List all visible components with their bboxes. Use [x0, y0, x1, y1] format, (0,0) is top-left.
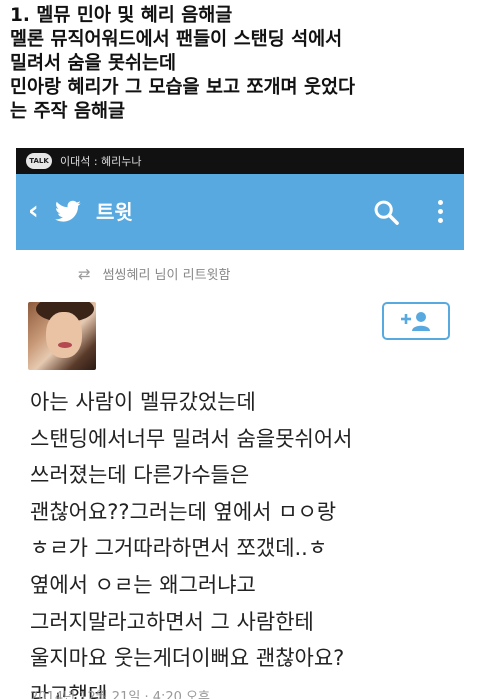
- page-title: 트윗: [96, 200, 133, 224]
- avatar[interactable]: [28, 302, 96, 370]
- app-bar: ‹ 트윗: [16, 174, 464, 250]
- caption-line: 는 주작 음해글: [10, 101, 126, 122]
- tweet-line: 쓰러졌는데 다른가수들은: [30, 463, 250, 488]
- tweet-line: 울지마요 웃는게더이뻐요 괜찮아요?: [30, 646, 345, 671]
- search-icon[interactable]: [372, 198, 400, 226]
- caption-line: 민아랑 혜리가 그 모습을 보고 쪼개며 웃었다: [10, 77, 356, 98]
- status-notification-text: 이대석 : 혜리누나: [60, 155, 142, 168]
- tweet-line: 그러지말라고하면서 그 사람한테: [30, 609, 314, 634]
- follow-button[interactable]: [382, 302, 450, 340]
- tweet-line: 옆에서 ㅇㄹ는 왜그러냐고: [30, 572, 256, 597]
- twitter-bird-icon: [55, 200, 81, 222]
- caption-line: 멜론 뮤직어워드에서 팬들이 스탠딩 석에서: [10, 29, 343, 50]
- retweet-icon: ⇄: [78, 264, 91, 283]
- caption-line: 1. 멜뮤 민아 및 혜리 음해글: [10, 5, 233, 26]
- caption-line: 밀려서 숨을 못쉬는데: [10, 53, 177, 74]
- tweet-line: 괜찮어요??그러는데 옆에서 ㅁㅇ랑: [30, 499, 337, 524]
- tweet-line: ㅎㄹ가 그거따라하면서 쪼갰데..ㅎ: [30, 536, 328, 561]
- tweet-line: 아는 사람이 멜뮤갔었는데: [30, 390, 256, 414]
- kakaotalk-icon: TALK: [26, 153, 52, 169]
- status-bar: TALK 이대석 : 혜리누나: [16, 148, 464, 174]
- retweet-text: 썸씽혜리 님이 리트윗함: [102, 268, 231, 283]
- more-vertical-icon[interactable]: [436, 198, 444, 226]
- retweet-indicator: ⇄ 썸씽혜리 님이 리트윗함: [78, 264, 231, 284]
- back-chevron-icon[interactable]: ‹: [28, 198, 39, 224]
- tweet-line: 스탠딩에서너무 밀려서 숨을못쉬어서: [30, 426, 353, 451]
- add-user-icon: [401, 312, 430, 331]
- tweet-text: 아는 사람이 멜뮤갔었는데 스탠딩에서너무 밀려서 숨을못쉬어서 쓰러졌는데 다…: [30, 384, 450, 699]
- twitter-screenshot: TALK 이대석 : 혜리누나 ‹ 트윗 ⇄ 썸씽혜리 님이 리트윗함 아는 사…: [16, 148, 464, 699]
- post-caption: 1. 멜뮤 민아 및 혜리 음해글 멜론 뮤직어워드에서 팬들이 스탠딩 석에서…: [10, 4, 472, 124]
- tweet-timestamp: 2014년 12월 21일 · 4:20 오후: [30, 690, 210, 699]
